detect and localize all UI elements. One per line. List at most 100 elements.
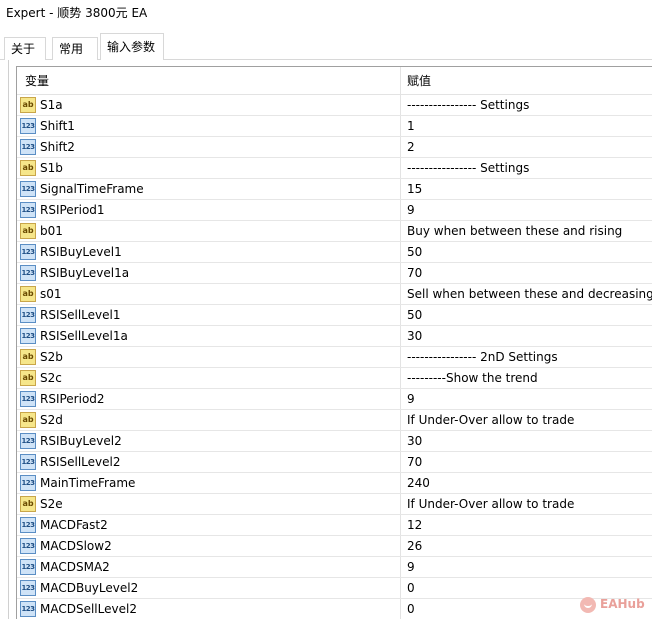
table-row[interactable]: ab S2d If Under-Over allow to trade <box>17 410 652 431</box>
parameter-value[interactable]: ---------Show the trend <box>407 368 538 389</box>
parameter-name: RSISellLevel2 <box>40 455 121 469</box>
parameter-value[interactable]: 12 <box>407 515 422 536</box>
column-divider <box>400 410 401 430</box>
column-divider <box>400 326 401 346</box>
parameter-value[interactable]: 50 <box>407 305 422 326</box>
tab-about[interactable]: 关于 <box>4 37 46 60</box>
column-divider <box>400 263 401 283</box>
table-row[interactable]: 123 Shift2 2 <box>17 137 652 158</box>
number-type-icon: 123 <box>20 454 36 470</box>
parameter-value[interactable]: 15 <box>407 179 422 200</box>
column-header-variable[interactable]: 变量 <box>25 67 49 95</box>
table-row[interactable]: 123 MACDFast2 12 <box>17 515 652 536</box>
column-divider <box>400 284 401 304</box>
parameter-value[interactable]: If Under-Over allow to trade <box>407 494 574 515</box>
table-row[interactable]: 123 RSIPeriod2 9 <box>17 389 652 410</box>
number-type-icon: 123 <box>20 244 36 260</box>
parameter-value[interactable]: 2 <box>407 137 415 158</box>
column-divider <box>400 536 401 556</box>
parameter-value[interactable]: 50 <box>407 242 422 263</box>
tab-input-parameters[interactable]: 输入参数 <box>100 33 164 61</box>
table-row[interactable]: 123 RSIBuyLevel1a 70 <box>17 263 652 284</box>
table-row[interactable]: ab b01 Buy when between these and rising <box>17 221 652 242</box>
parameter-rows: ab S1a ---------------- Settings 123 Shift1 1… <box>17 95 652 619</box>
table-row[interactable]: 123 RSIBuyLevel1 50 <box>17 242 652 263</box>
table-row[interactable]: 123 RSIPeriod1 9 <box>17 200 652 221</box>
parameter-name: RSISellLevel1a <box>40 329 128 343</box>
column-divider <box>400 200 401 220</box>
string-type-icon: ab <box>20 412 36 428</box>
parameter-value[interactable]: If Under-Over allow to trade <box>407 410 574 431</box>
table-row[interactable]: 123 RSISellLevel1 50 <box>17 305 652 326</box>
eahub-logo-icon <box>580 596 596 613</box>
table-row[interactable]: 123 RSISellLevel1a 30 <box>17 326 652 347</box>
number-type-icon: 123 <box>20 202 36 218</box>
watermark-text: EAHub <box>600 597 645 611</box>
number-type-icon: 123 <box>20 580 36 596</box>
parameter-name: MACDFast2 <box>40 518 108 532</box>
parameter-value[interactable]: 1 <box>407 116 415 137</box>
parameter-value[interactable]: Sell when between these and decreasing <box>407 284 652 305</box>
parameter-value[interactable]: 240 <box>407 473 430 494</box>
column-divider <box>400 494 401 514</box>
table-row[interactable]: 123 RSIBuyLevel2 30 <box>17 431 652 452</box>
column-divider <box>400 368 401 388</box>
parameter-value[interactable]: 9 <box>407 389 415 410</box>
parameter-value[interactable]: ---------------- Settings <box>407 95 529 116</box>
column-divider <box>400 158 401 178</box>
table-row[interactable]: 123 MACDSMA2 9 <box>17 557 652 578</box>
table-row[interactable]: ab S1a ---------------- Settings <box>17 95 652 116</box>
parameter-value[interactable]: 9 <box>407 200 415 221</box>
table-row[interactable]: ab S2c ---------Show the trend <box>17 368 652 389</box>
table-row[interactable]: 123 MACDSellLevel2 0 <box>17 599 652 619</box>
column-divider <box>400 557 401 577</box>
parameter-value[interactable]: ---------------- Settings <box>407 158 529 179</box>
number-type-icon: 123 <box>20 265 36 281</box>
parameter-name: MACDSMA2 <box>40 560 110 574</box>
string-type-icon: ab <box>20 349 36 365</box>
column-divider <box>400 515 401 535</box>
column-divider <box>400 305 401 325</box>
number-type-icon: 123 <box>20 475 36 491</box>
table-row[interactable]: 123 MACDSlow2 26 <box>17 536 652 557</box>
table-row[interactable]: 123 RSISellLevel2 70 <box>17 452 652 473</box>
table-row[interactable]: 123 MainTimeFrame 240 <box>17 473 652 494</box>
parameter-name: S2d <box>40 413 63 427</box>
parameter-value[interactable]: ---------------- 2nD Settings <box>407 347 558 368</box>
parameter-value[interactable]: 26 <box>407 536 422 557</box>
parameters-grid: 变量 赋值 ab S1a ---------------- Settings 123 S… <box>16 66 652 619</box>
number-type-icon: 123 <box>20 538 36 554</box>
parameter-name: S2b <box>40 350 63 364</box>
number-type-icon: 123 <box>20 601 36 617</box>
table-row[interactable]: ab s01 Sell when between these and decreas… <box>17 284 652 305</box>
string-type-icon: ab <box>20 97 36 113</box>
column-divider <box>400 137 401 157</box>
tab-common[interactable]: 常用 <box>52 37 98 60</box>
column-divider <box>400 599 401 619</box>
table-row[interactable]: ab S2e If Under-Over allow to trade <box>17 494 652 515</box>
parameter-value[interactable]: 70 <box>407 263 422 284</box>
number-type-icon: 123 <box>20 181 36 197</box>
parameter-name: S1a <box>40 98 63 112</box>
number-type-icon: 123 <box>20 559 36 575</box>
table-row[interactable]: ab S2b ---------------- 2nD Settings <box>17 347 652 368</box>
parameter-name: RSISellLevel1 <box>40 308 121 322</box>
parameter-value[interactable]: 0 <box>407 578 415 599</box>
parameter-value[interactable]: 70 <box>407 452 422 473</box>
parameter-name: RSIPeriod1 <box>40 203 105 217</box>
table-row[interactable]: ab S1b ---------------- Settings <box>17 158 652 179</box>
table-row[interactable]: 123 SignalTimeFrame 15 <box>17 179 652 200</box>
parameter-value[interactable]: 30 <box>407 431 422 452</box>
parameter-value[interactable]: Buy when between these and rising <box>407 221 622 242</box>
column-divider[interactable] <box>400 67 401 95</box>
parameter-value[interactable]: 30 <box>407 326 422 347</box>
string-type-icon: ab <box>20 370 36 386</box>
parameter-name: RSIBuyLevel1a <box>40 266 130 280</box>
input-parameters-panel: 变量 赋值 ab S1a ---------------- Settings 123 S… <box>8 60 652 619</box>
parameter-value[interactable]: 0 <box>407 599 415 619</box>
column-divider <box>400 242 401 262</box>
column-header-value[interactable]: 赋值 <box>407 67 431 95</box>
table-row[interactable]: 123 Shift1 1 <box>17 116 652 137</box>
table-row[interactable]: 123 MACDBuyLevel2 0 <box>17 578 652 599</box>
parameter-value[interactable]: 9 <box>407 557 415 578</box>
